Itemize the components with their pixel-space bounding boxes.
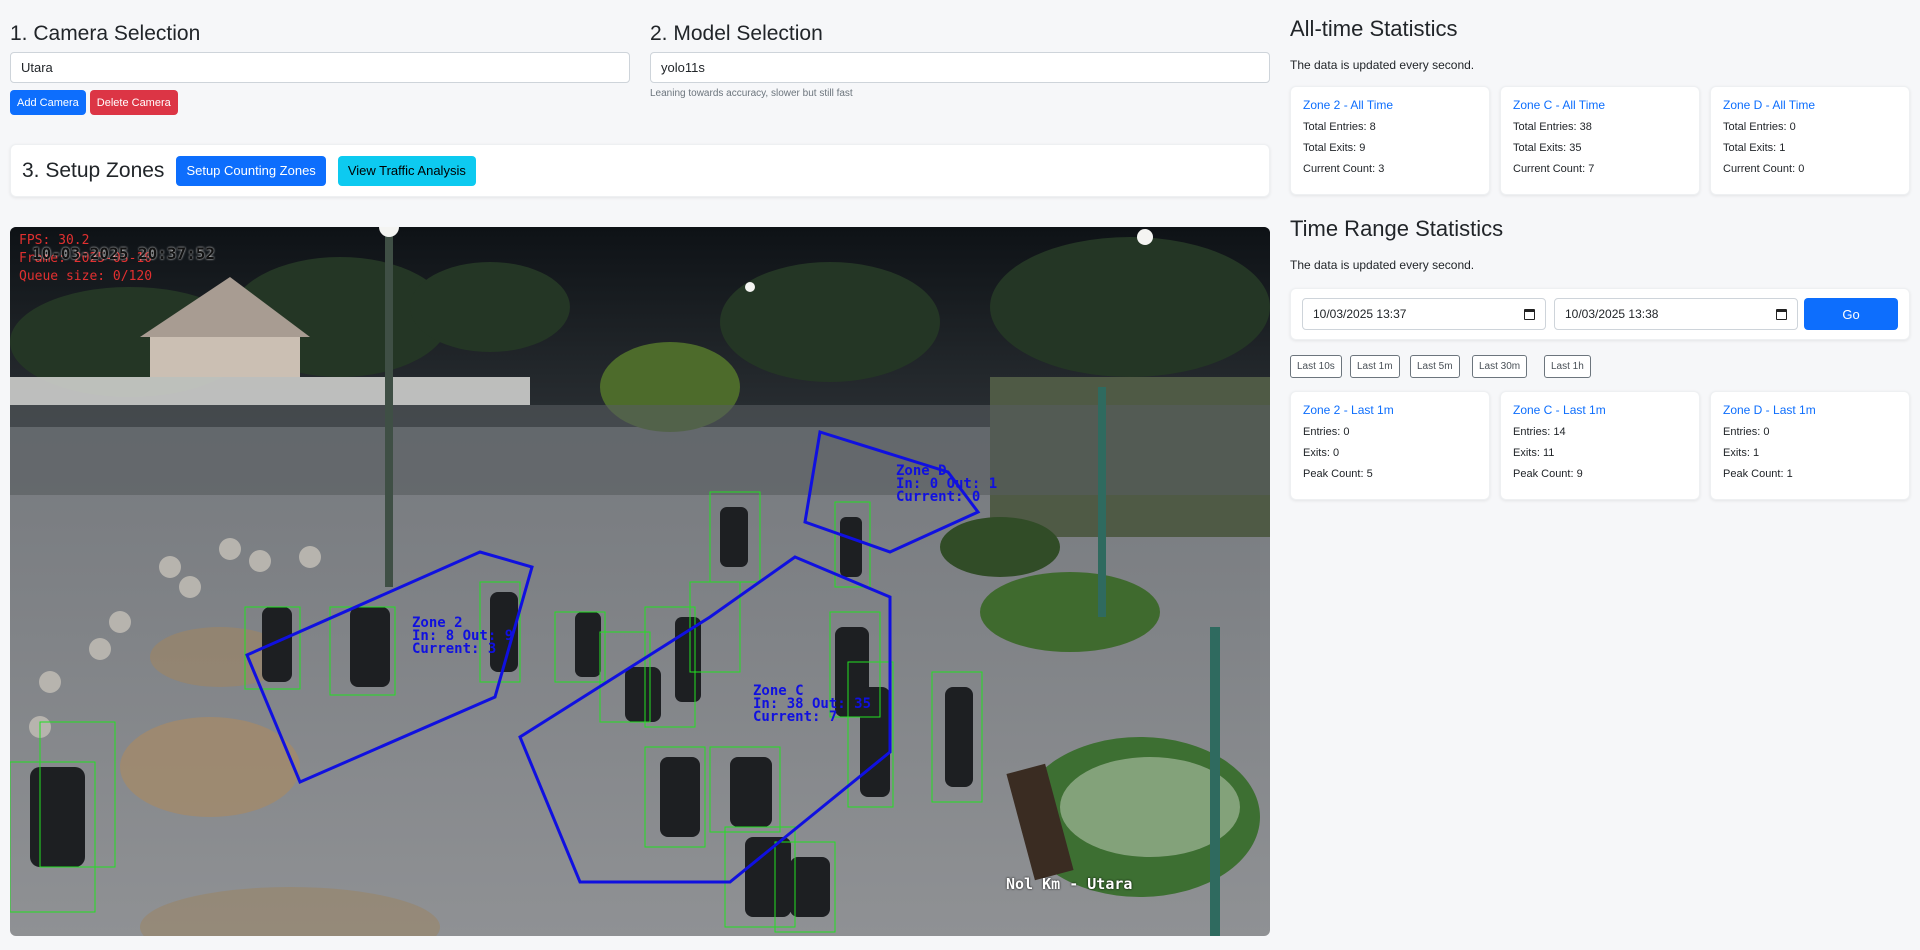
timerange-card-title: Zone 2 - Last 1m bbox=[1303, 403, 1394, 417]
alltime-subtitle: The data is updated every second. bbox=[1290, 58, 1475, 72]
camera-video-feed[interactable]: FPS: 30.2 Frame: 2025-03-10 Queue size: … bbox=[10, 227, 1270, 936]
start-datetime-input[interactable]: 10/03/2025 13:37 bbox=[1302, 298, 1546, 330]
camera-select-value: Utara bbox=[21, 60, 53, 75]
camera-select[interactable]: Utara bbox=[10, 52, 630, 83]
alltime-card-entries: Total Entries: 38 bbox=[1513, 121, 1592, 133]
camera-selection-section: 1. Camera Selection Utara Add Camera Del… bbox=[10, 22, 630, 115]
video-camera-label: Nol Km - Utara bbox=[1006, 875, 1133, 893]
add-camera-button[interactable]: Add Camera bbox=[10, 90, 86, 115]
timerange-card-exits: Exits: 0 bbox=[1303, 447, 1340, 459]
queue-overlay: Queue size: 0/120 bbox=[19, 269, 153, 284]
alltime-title: All-time Statistics bbox=[1290, 16, 1458, 41]
timerange-card-entries: Entries: 14 bbox=[1513, 426, 1566, 438]
timerange-card-zone-d: Zone D - Last 1m Entries: 0 Exits: 1 Pea… bbox=[1710, 391, 1910, 500]
alltime-card-entries: Total Entries: 0 bbox=[1723, 121, 1796, 133]
zone-c-current: Current: 7 bbox=[753, 709, 838, 725]
zone-2-label: Zone 2 In: 8 Out: 9 Current: 3 bbox=[412, 616, 513, 657]
alltime-card-exits: Total Exits: 9 bbox=[1303, 142, 1366, 154]
end-datetime-value: 10/03/2025 13:38 bbox=[1565, 307, 1659, 321]
alltime-card-zone-c: Zone C - All Time Total Entries: 38 Tota… bbox=[1500, 86, 1700, 195]
alltime-card-zone-2: Zone 2 - All Time Total Entries: 8 Total… bbox=[1290, 86, 1490, 195]
timerange-subtitle: The data is updated every second. bbox=[1290, 258, 1475, 272]
start-datetime-value: 10/03/2025 13:37 bbox=[1313, 307, 1407, 321]
view-traffic-analysis-button[interactable]: View Traffic Analysis bbox=[337, 155, 476, 186]
timerange-card-title: Zone D - Last 1m bbox=[1723, 403, 1816, 417]
timerange-card-exits: Exits: 11 bbox=[1513, 447, 1555, 459]
model-select-value: yolo11s bbox=[661, 60, 705, 75]
camera-frame bbox=[10, 227, 1270, 936]
timerange-card-peak: Peak Count: 1 bbox=[1723, 468, 1793, 480]
end-datetime-input[interactable]: 10/03/2025 13:38 bbox=[1554, 298, 1798, 330]
quick-range-last-1h[interactable]: Last 1h bbox=[1544, 355, 1591, 378]
setup-zones-title: 3. Setup Zones bbox=[22, 158, 165, 182]
model-section-title: 2. Model Selection bbox=[650, 22, 823, 45]
camera-section-title: 1. Camera Selection bbox=[10, 22, 201, 45]
timerange-card-zone-2: Zone 2 - Last 1m Entries: 0 Exits: 0 Pea… bbox=[1290, 391, 1490, 500]
zone-d-label: Zone D In: 0 Out: 1 Current: 0 bbox=[896, 464, 997, 505]
alltime-card-current: Current Count: 0 bbox=[1723, 163, 1805, 175]
quick-range-last-1m[interactable]: Last 1m bbox=[1350, 355, 1400, 378]
alltime-card-title: Zone D - All Time bbox=[1723, 98, 1816, 112]
setup-counting-zones-button[interactable]: Setup Counting Zones bbox=[176, 155, 326, 186]
calendar-icon[interactable] bbox=[1524, 308, 1535, 320]
quick-range-last-30m[interactable]: Last 30m bbox=[1472, 355, 1528, 378]
timerange-card-peak: Peak Count: 9 bbox=[1513, 468, 1583, 480]
timerange-card-zone-c: Zone C - Last 1m Entries: 14 Exits: 11 P… bbox=[1500, 391, 1700, 500]
alltime-card-current: Current Count: 3 bbox=[1303, 163, 1385, 175]
alltime-card-title: Zone C - All Time bbox=[1513, 98, 1606, 112]
video-timestamp: 10-03-2025 20:37:52 bbox=[32, 244, 216, 263]
alltime-card-entries: Total Entries: 8 bbox=[1303, 121, 1376, 133]
alltime-card-zone-d: Zone D - All Time Total Entries: 0 Total… bbox=[1710, 86, 1910, 195]
model-hint: Leaning towards accuracy, slower but sti… bbox=[650, 88, 853, 99]
alltime-card-current: Current Count: 7 bbox=[1513, 163, 1595, 175]
alltime-card-title: Zone 2 - All Time bbox=[1303, 98, 1394, 112]
zone-2-current: Current: 3 bbox=[412, 641, 497, 657]
setup-zones-panel: 3. Setup Zones Setup Counting Zones View… bbox=[10, 144, 1270, 197]
go-button[interactable]: Go bbox=[1804, 298, 1898, 330]
model-select[interactable]: yolo11s bbox=[650, 52, 1270, 83]
model-selection-section: 2. Model Selection yolo11s Leaning towar… bbox=[650, 22, 1270, 99]
quick-range-last-10s[interactable]: Last 10s bbox=[1290, 355, 1342, 378]
alltime-card-exits: Total Exits: 1 bbox=[1723, 142, 1786, 154]
zone-d-current: Current: 0 bbox=[896, 489, 981, 505]
timerange-card-entries: Entries: 0 bbox=[1723, 426, 1770, 438]
zone-c-label: Zone C In: 38 Out: 35 Current: 7 bbox=[753, 684, 871, 725]
timerange-card-exits: Exits: 1 bbox=[1723, 447, 1760, 459]
timerange-card-entries: Entries: 0 bbox=[1303, 426, 1350, 438]
timerange-title: Time Range Statistics bbox=[1290, 216, 1504, 241]
timerange-card-peak: Peak Count: 5 bbox=[1303, 468, 1373, 480]
alltime-card-exits: Total Exits: 35 bbox=[1513, 142, 1582, 154]
delete-camera-button[interactable]: Delete Camera bbox=[89, 90, 178, 115]
quick-range-last-5m[interactable]: Last 5m bbox=[1410, 355, 1460, 378]
calendar-icon[interactable] bbox=[1776, 308, 1787, 320]
timerange-card-title: Zone C - Last 1m bbox=[1513, 403, 1606, 417]
